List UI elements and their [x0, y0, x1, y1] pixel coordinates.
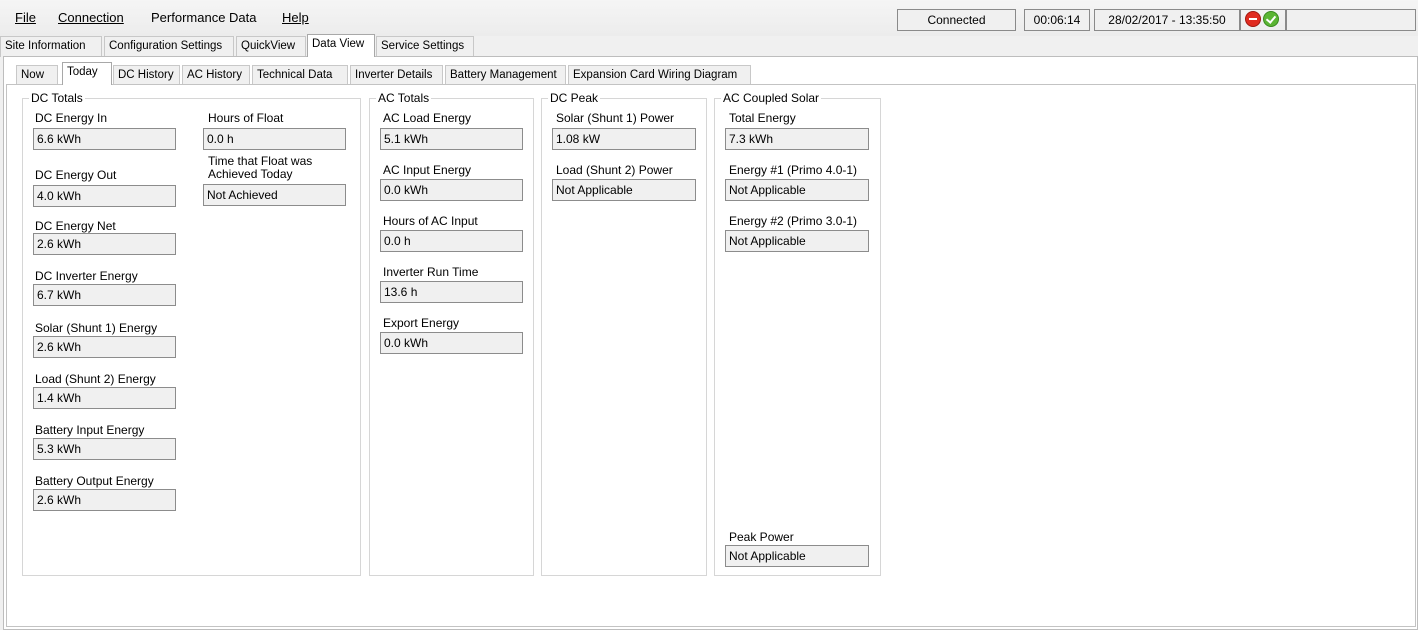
solar-power-field: 1.08 kW — [552, 128, 696, 150]
dc-inverter-energy-field: 6.7 kWh — [33, 284, 176, 306]
tab-data-view[interactable]: Data View — [307, 34, 375, 57]
ac-totals-group: AC Totals AC Load Energy 5.1 kWh AC Inpu… — [369, 91, 534, 576]
dc-energy-net-field: 2.6 kWh — [33, 233, 176, 255]
dc-energy-out-label: DC Energy Out — [35, 168, 117, 182]
menu-file-label: File — [15, 10, 36, 25]
tab-configuration-settings[interactable]: Configuration Settings — [104, 36, 234, 57]
battery-input-field: 5.3 kWh — [33, 438, 176, 460]
load-energy-label: Load (Shunt 2) Energy — [35, 372, 156, 386]
peak-power-label: Peak Power — [729, 530, 794, 544]
menu-connection[interactable]: Connection — [58, 10, 124, 25]
energy-1-field: Not Applicable — [725, 179, 869, 201]
dc-totals-title: DC Totals — [29, 91, 85, 105]
tab-technical-data[interactable]: Technical Data — [252, 65, 348, 86]
float-time-label-line1: Time that Float was — [208, 154, 313, 168]
dc-energy-out-field: 4.0 kWh — [33, 185, 176, 207]
tab-dc-history[interactable]: DC History — [113, 65, 180, 86]
date-time: 28/02/2017 - 13:35:50 — [1094, 9, 1240, 31]
tab-now[interactable]: Now — [16, 65, 58, 86]
menu-help-label: Help — [282, 10, 309, 25]
menu-bar: File Connection Performance Data Help Co… — [0, 0, 1418, 36]
icon-frame — [1240, 9, 1286, 31]
ac-input-energy-field: 0.0 kWh — [380, 179, 523, 201]
menu-performance-data-label: Performance Data — [151, 10, 257, 25]
menu-help[interactable]: Help — [282, 10, 309, 25]
inverter-run-time-field: 13.6 h — [380, 281, 523, 303]
hours-ac-input-field: 0.0 h — [380, 230, 523, 252]
dc-totals-group: DC Totals DC Energy In 6.6 kWh DC Energy… — [22, 91, 361, 576]
menu-connection-label: Connection — [58, 10, 124, 25]
hours-of-float-field: 0.0 h — [203, 128, 346, 150]
status-blank — [1286, 9, 1416, 31]
load-power-label: Load (Shunt 2) Power — [556, 163, 673, 177]
menu-file[interactable]: File — [15, 10, 36, 25]
export-energy-field: 0.0 kWh — [380, 332, 523, 354]
solar-energy-label: Solar (Shunt 1) Energy — [35, 321, 158, 335]
dc-peak-title: DC Peak — [548, 91, 601, 105]
ac-coupled-solar-group: AC Coupled Solar Total Energy 7.3 kWh En… — [714, 91, 881, 576]
total-energy-label: Total Energy — [729, 111, 796, 125]
solar-power-label: Solar (Shunt 1) Power — [556, 111, 675, 125]
tab-site-information[interactable]: Site Information — [0, 36, 102, 57]
tab-quickview[interactable]: QuickView — [236, 36, 306, 57]
inverter-run-time-label: Inverter Run Time — [383, 265, 479, 279]
ac-coupled-solar-title: AC Coupled Solar — [721, 91, 822, 105]
tab-battery-management[interactable]: Battery Management — [445, 65, 566, 86]
ac-load-energy-field: 5.1 kWh — [380, 128, 523, 150]
peak-power-field: Not Applicable — [725, 545, 869, 567]
battery-output-label: Battery Output Energy — [35, 474, 154, 488]
float-time-label-line2: Achieved Today — [208, 167, 293, 181]
energy-1-label: Energy #1 (Primo 4.0-1) — [729, 163, 858, 177]
tab-service-settings[interactable]: Service Settings — [376, 36, 474, 57]
dc-energy-in-field: 6.6 kWh — [33, 128, 176, 150]
tab-today[interactable]: Today — [62, 62, 112, 85]
tab-expansion-card-wiring[interactable]: Expansion Card Wiring Diagram — [568, 65, 751, 86]
tab-ac-history[interactable]: AC History — [182, 65, 250, 86]
ac-input-energy-label: AC Input Energy — [383, 163, 472, 177]
battery-input-label: Battery Input Energy — [35, 423, 145, 437]
energy-2-label: Energy #2 (Primo 3.0-1) — [729, 214, 858, 228]
total-energy-field: 7.3 kWh — [725, 128, 869, 150]
ac-load-energy-label: AC Load Energy — [383, 111, 472, 125]
hours-of-float-label: Hours of Float — [208, 111, 284, 125]
battery-output-field: 2.6 kWh — [33, 489, 176, 511]
load-energy-field: 1.4 kWh — [33, 387, 176, 409]
elapsed-time: 00:06:14 — [1024, 9, 1090, 31]
solar-energy-field: 2.6 kWh — [33, 336, 176, 358]
ac-totals-title: AC Totals — [376, 91, 432, 105]
hours-ac-input-label: Hours of AC Input — [383, 214, 478, 228]
energy-2-field: Not Applicable — [725, 230, 869, 252]
dc-energy-in-label: DC Energy In — [35, 111, 108, 125]
dc-energy-net-label: DC Energy Net — [35, 219, 116, 233]
dc-inverter-energy-label: DC Inverter Energy — [35, 269, 138, 283]
float-time-field: Not Achieved — [203, 184, 346, 206]
dc-peak-group: DC Peak Solar (Shunt 1) Power 1.08 kW Lo… — [541, 91, 707, 576]
menu-performance-data[interactable]: Performance Data — [151, 10, 257, 25]
tab-inverter-details[interactable]: Inverter Details — [350, 65, 443, 86]
load-power-field: Not Applicable — [552, 179, 696, 201]
connection-status: Connected — [897, 9, 1016, 31]
export-energy-label: Export Energy — [383, 316, 460, 330]
